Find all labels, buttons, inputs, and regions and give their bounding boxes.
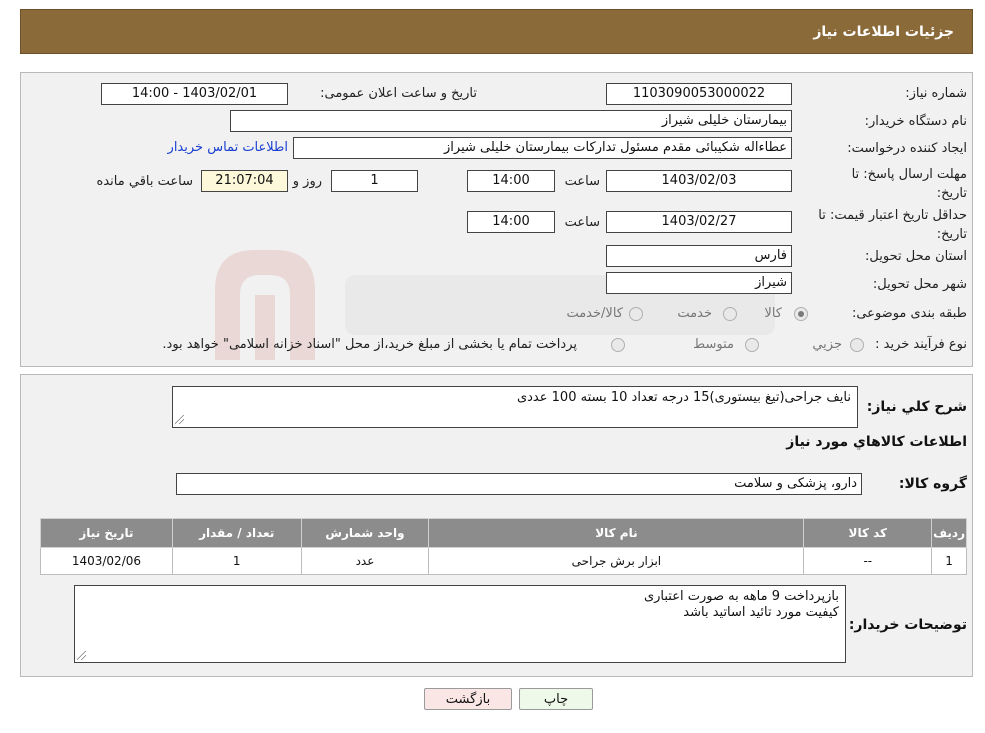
deadline-label-line2: تاریخ: bbox=[936, 186, 967, 201]
need-number-label: شماره نیاز: bbox=[905, 86, 967, 101]
process-option-minor: جزیي bbox=[812, 337, 842, 352]
creator-field: عطاءاله شکیبائی مقدم مسئول تدارکات بیمار… bbox=[293, 137, 792, 159]
city-field: شیراز bbox=[606, 272, 792, 294]
province-label: استان محل تحویل: bbox=[865, 249, 967, 264]
city-label: شهر محل تحویل: bbox=[872, 277, 967, 292]
deadline-time-label: ساعت bbox=[564, 174, 600, 189]
col-name: نام کالا bbox=[428, 518, 805, 548]
col-code: کد کالا bbox=[803, 518, 933, 548]
announce-field: 1403/02/01 - 14:00 bbox=[101, 83, 288, 105]
creator-label: ایجاد کننده درخواست: bbox=[847, 141, 967, 156]
buyer-org-field: بیمارستان خلیلی شیراز bbox=[230, 110, 792, 132]
group-label: گروه کالا: bbox=[898, 476, 967, 492]
validity-label-line1: حداقل تاریخ اعتبار قیمت: تا bbox=[818, 208, 967, 223]
cell-qty: 1 bbox=[171, 547, 302, 575]
buyer-notes-textarea[interactable]: بازپرداخت 9 ماهه به صورت اعتباری کیفیت م… bbox=[74, 585, 846, 663]
validity-label: حداقل تاریخ اعتبار قیمت: تا تاریخ: bbox=[818, 206, 967, 244]
remaining-label: ساعت باقي مانده bbox=[96, 174, 193, 189]
col-row: ردیف bbox=[931, 518, 967, 548]
col-unit: واحد شمارش bbox=[300, 518, 430, 548]
category-radio-service[interactable] bbox=[723, 307, 737, 321]
treasury-checkbox[interactable] bbox=[611, 338, 625, 352]
cell-date: 1403/02/06 bbox=[40, 547, 173, 575]
process-option-medium: متوسط bbox=[693, 337, 734, 352]
deadline-label: مهلت ارسال پاسخ: تا تاریخ: bbox=[852, 165, 967, 203]
category-label: طبقه بندی موضوعی: bbox=[851, 306, 967, 321]
cell-code: -- bbox=[803, 547, 933, 575]
cell-row: 1 bbox=[931, 547, 967, 575]
category-radio-goods[interactable] bbox=[794, 307, 808, 321]
deadline-date-field: 1403/02/03 bbox=[606, 170, 792, 192]
process-note: پرداخت تمام یا بخشی از مبلغ خرید،از محل … bbox=[162, 337, 577, 352]
cell-name: ابزار برش جراحی bbox=[428, 547, 805, 575]
buyer-notes-resize-handle[interactable] bbox=[77, 651, 86, 660]
group-field: دارو، پزشکی و سلامت bbox=[176, 473, 862, 495]
summary-label: شرح کلي نیاز: bbox=[866, 399, 967, 415]
category-radio-goods-service[interactable] bbox=[629, 307, 643, 321]
table-row[interactable]: 1 -- ابزار برش جراحی عدد 1 1403/02/06 bbox=[40, 547, 967, 575]
announce-label: تاریخ و ساعت اعلان عمومی: bbox=[320, 86, 477, 101]
process-radio-medium[interactable] bbox=[745, 338, 759, 352]
validity-date-field: 1403/02/27 bbox=[606, 211, 792, 233]
validity-label-line2: تاریخ: bbox=[936, 227, 967, 242]
category-option-goods: کالا bbox=[764, 306, 782, 321]
items-table-wrap: ردیف کد کالا نام کالا واحد شمارش تعداد /… bbox=[40, 518, 967, 575]
table-header-row: ردیف کد کالا نام کالا واحد شمارش تعداد /… bbox=[40, 518, 967, 548]
print-button[interactable]: چاپ bbox=[519, 688, 593, 710]
category-option-service: خدمت bbox=[677, 306, 712, 321]
summary-textarea[interactable]: نایف جراحی(تیغ بیستوری)15 درجه تعداد 10 … bbox=[172, 386, 858, 428]
cell-unit: عدد bbox=[300, 547, 430, 575]
validity-time-label: ساعت bbox=[564, 215, 600, 230]
days-field: 1 bbox=[331, 170, 418, 192]
page-title: جزئیات اطلاعات نیاز bbox=[813, 23, 954, 40]
col-date: تاریخ نیاز bbox=[40, 518, 173, 548]
days-label: روز و bbox=[292, 174, 322, 189]
buyer-org-label: نام دستگاه خریدار: bbox=[864, 114, 967, 129]
page-header: جزئیات اطلاعات نیاز bbox=[20, 9, 973, 54]
buyer-notes-label: توضیحات خریدار: bbox=[848, 617, 967, 633]
buyer-contact-link[interactable]: اطلاعات تماس خریدار bbox=[168, 140, 288, 155]
col-qty: تعداد / مقدار bbox=[171, 518, 302, 548]
goods-info-title: اطلاعات کالاهاي مورد نیاز bbox=[786, 434, 967, 450]
summary-resize-handle[interactable] bbox=[175, 415, 184, 424]
process-radio-minor[interactable] bbox=[850, 338, 864, 352]
remaining-time-field: 21:07:04 bbox=[201, 170, 288, 192]
process-label: نوع فرآیند خرید : bbox=[875, 337, 967, 352]
validity-time-field: 14:00 bbox=[467, 211, 555, 233]
category-option-goods-service: کالا/خدمت bbox=[566, 306, 623, 321]
need-number-field: 1103090053000022 bbox=[606, 83, 792, 105]
back-button[interactable]: بازگشت bbox=[424, 688, 512, 710]
items-table: ردیف کد کالا نام کالا واحد شمارش تعداد /… bbox=[40, 518, 967, 575]
deadline-label-line1: مهلت ارسال پاسخ: تا bbox=[851, 167, 967, 182]
deadline-time-field: 14:00 bbox=[467, 170, 555, 192]
province-field: فارس bbox=[606, 245, 792, 267]
